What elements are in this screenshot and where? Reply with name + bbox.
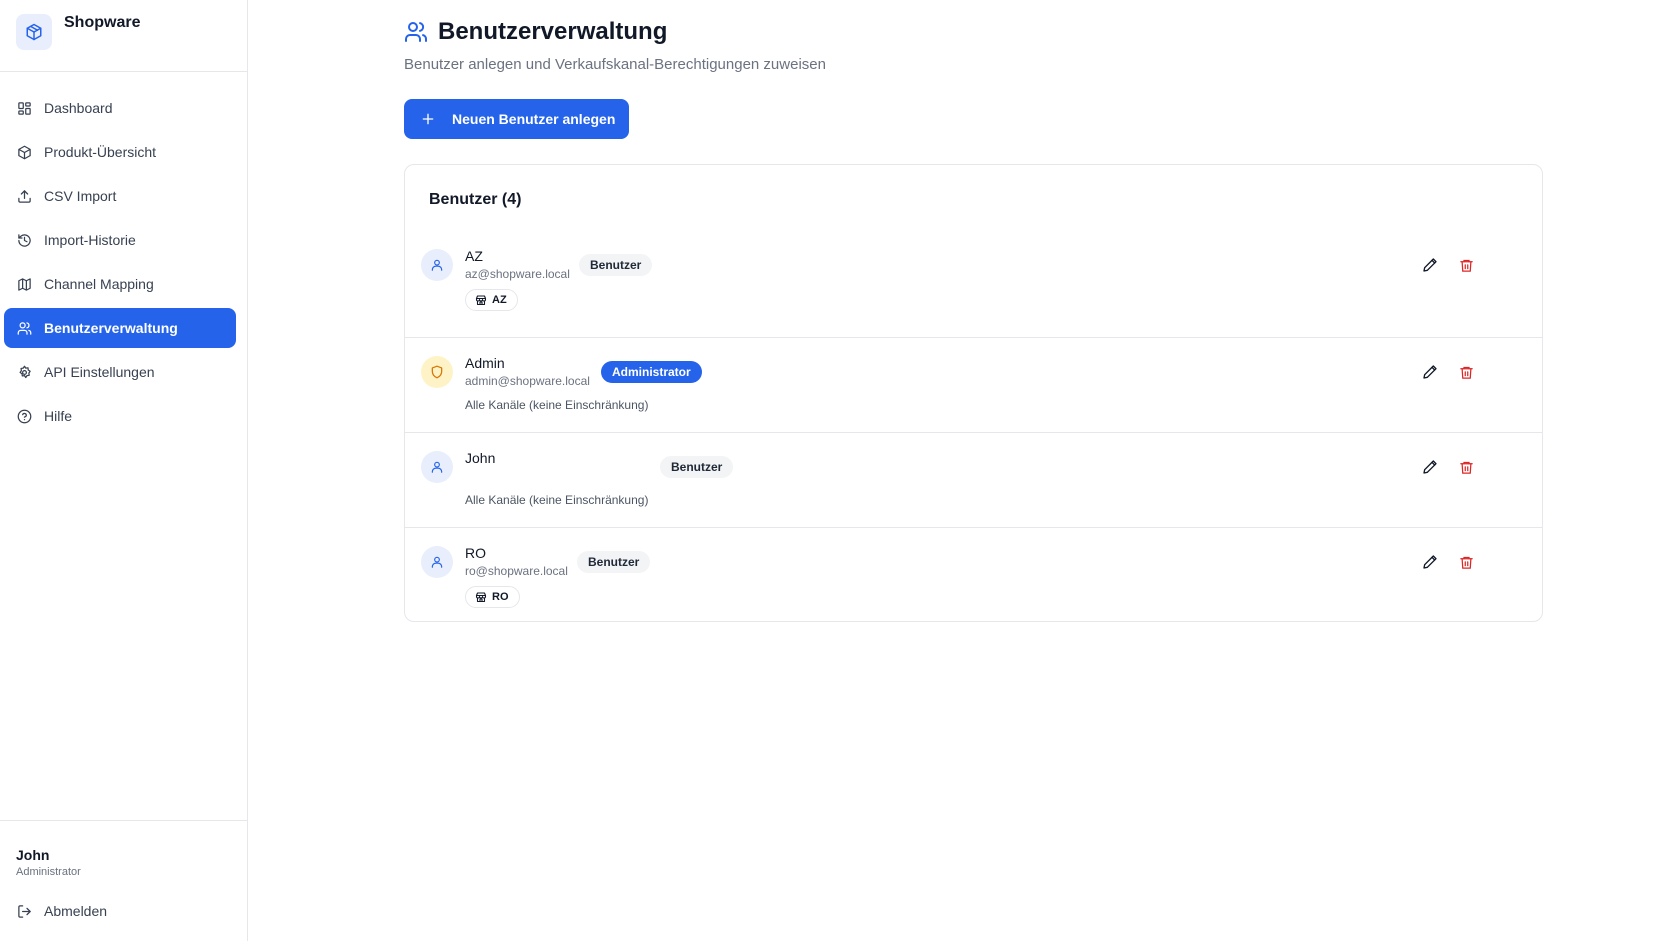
sidebar-item-label: CSV Import	[44, 188, 117, 204]
page-title: Benutzerverwaltung	[404, 18, 826, 46]
user-icon	[431, 461, 443, 473]
sidebar-item-channel-mapping[interactable]: Channel Mapping	[4, 264, 236, 304]
user-row: Admin admin@shopware.local Administrator…	[405, 337, 1542, 432]
gear-icon	[16, 364, 32, 380]
trash-icon	[1459, 259, 1473, 272]
user-name: AZ	[465, 248, 483, 264]
sidebar-item-label: API Einstellungen	[44, 364, 155, 380]
user-avatar	[421, 356, 453, 388]
user-avatar	[421, 451, 453, 483]
add-user-button[interactable]: Neuen Benutzer anlegen	[404, 99, 629, 139]
channel-chip-label: AZ	[492, 294, 507, 306]
edit-user-button[interactable]	[1420, 362, 1440, 382]
role-badge: Benutzer	[660, 456, 734, 478]
user-avatar	[421, 249, 453, 281]
user-row: AZ az@shopware.local Benutzer AZ	[405, 235, 1542, 337]
logout-label: Abmelden	[44, 903, 108, 919]
trash-icon	[1459, 366, 1473, 379]
user-row: RO ro@shopware.local Benutzer RO	[405, 527, 1542, 621]
store-icon	[475, 294, 487, 306]
plus-icon	[420, 111, 436, 127]
sidebar-nav: Dashboard Produkt-Übersicht CSV Import I…	[4, 88, 236, 440]
sidebar-item-label: Channel Mapping	[44, 276, 154, 292]
channel-chip-label: RO	[492, 591, 509, 603]
package-icon	[16, 14, 52, 50]
delete-user-button[interactable]	[1456, 255, 1476, 275]
dashboard-icon	[16, 100, 32, 116]
users-card-title: Benutzer (4)	[429, 191, 522, 208]
map-icon	[16, 276, 32, 292]
app-name: Shopware	[64, 14, 141, 31]
user-name: RO	[465, 545, 486, 561]
channels-note: Alle Kanäle (keine Einschränkung)	[465, 398, 649, 412]
store-icon	[475, 591, 487, 603]
package-icon	[16, 144, 32, 160]
user-email: admin@shopware.local	[465, 374, 590, 388]
edit-user-button[interactable]	[1420, 552, 1440, 572]
delete-user-button[interactable]	[1456, 457, 1476, 477]
user-icon	[431, 556, 443, 568]
edit-user-button[interactable]	[1420, 457, 1440, 477]
role-badge: Benutzer	[577, 551, 651, 573]
edit-user-button[interactable]	[1420, 255, 1440, 275]
sidebar-item-label: Benutzerverwaltung	[44, 320, 178, 336]
channel-chip: AZ	[465, 289, 518, 311]
trash-icon	[1459, 556, 1473, 569]
sidebar-item-import-history[interactable]: Import-Historie	[4, 220, 236, 260]
sidebar-item-user-management[interactable]: Benutzerverwaltung	[4, 308, 236, 348]
user-name: Admin	[465, 355, 505, 371]
brand: Shopware	[0, 0, 247, 72]
help-icon	[16, 408, 32, 424]
users-icon	[16, 320, 32, 336]
delete-user-button[interactable]	[1456, 362, 1476, 382]
sidebar-item-products[interactable]: Produkt-Übersicht	[4, 132, 236, 172]
role-badge: Administrator	[601, 361, 702, 383]
shield-icon	[431, 365, 443, 379]
sidebar-item-help[interactable]: Hilfe	[4, 396, 236, 436]
history-icon	[16, 232, 32, 248]
sidebar-item-csv-import[interactable]: CSV Import	[4, 176, 236, 216]
channels-note: Alle Kanäle (keine Einschränkung)	[465, 493, 649, 507]
sidebar-footer: John Administrator Abmelden	[0, 820, 248, 941]
page-title-text: Benutzerverwaltung	[438, 18, 668, 45]
current-user-name: John	[16, 847, 50, 863]
current-user-role: Administrator	[16, 866, 81, 878]
trash-icon	[1459, 461, 1473, 474]
users-icon	[404, 20, 428, 44]
role-badge: Benutzer	[579, 254, 653, 276]
channel-chip: RO	[465, 586, 520, 608]
sidebar-item-api-settings[interactable]: API Einstellungen	[4, 352, 236, 392]
pencil-icon	[1423, 555, 1437, 569]
delete-user-button[interactable]	[1456, 552, 1476, 572]
pencil-icon	[1423, 365, 1437, 379]
upload-icon	[16, 188, 32, 204]
sidebar-item-label: Hilfe	[44, 408, 73, 424]
user-email: ro@shopware.local	[465, 564, 568, 578]
user-name: John	[465, 450, 496, 466]
logout-icon	[16, 903, 32, 919]
pencil-icon	[1423, 258, 1437, 272]
sidebar-item-dashboard[interactable]: Dashboard	[4, 88, 236, 128]
user-avatar	[421, 546, 453, 578]
sidebar-item-label: Import-Historie	[44, 232, 136, 248]
user-email: az@shopware.local	[465, 267, 570, 281]
sidebar: Shopware Dashboard Produkt-Übersicht CSV…	[0, 0, 248, 941]
sidebar-item-label: Dashboard	[44, 100, 113, 116]
pencil-icon	[1423, 460, 1437, 474]
user-icon	[431, 259, 443, 271]
logout-button[interactable]: Abmelden	[4, 893, 236, 929]
sidebar-item-label: Produkt-Übersicht	[44, 144, 157, 160]
users-card: Benutzer (4) AZ az@shopware.local Benutz…	[404, 164, 1543, 622]
page-subtitle: Benutzer anlegen und Verkaufskanal-Berec…	[404, 56, 826, 73]
page-header: Benutzerverwaltung Benutzer anlegen und …	[404, 18, 826, 73]
user-row: John Benutzer Alle Kanäle (keine Einschr…	[405, 432, 1542, 527]
add-user-button-label: Neuen Benutzer anlegen	[452, 111, 616, 127]
